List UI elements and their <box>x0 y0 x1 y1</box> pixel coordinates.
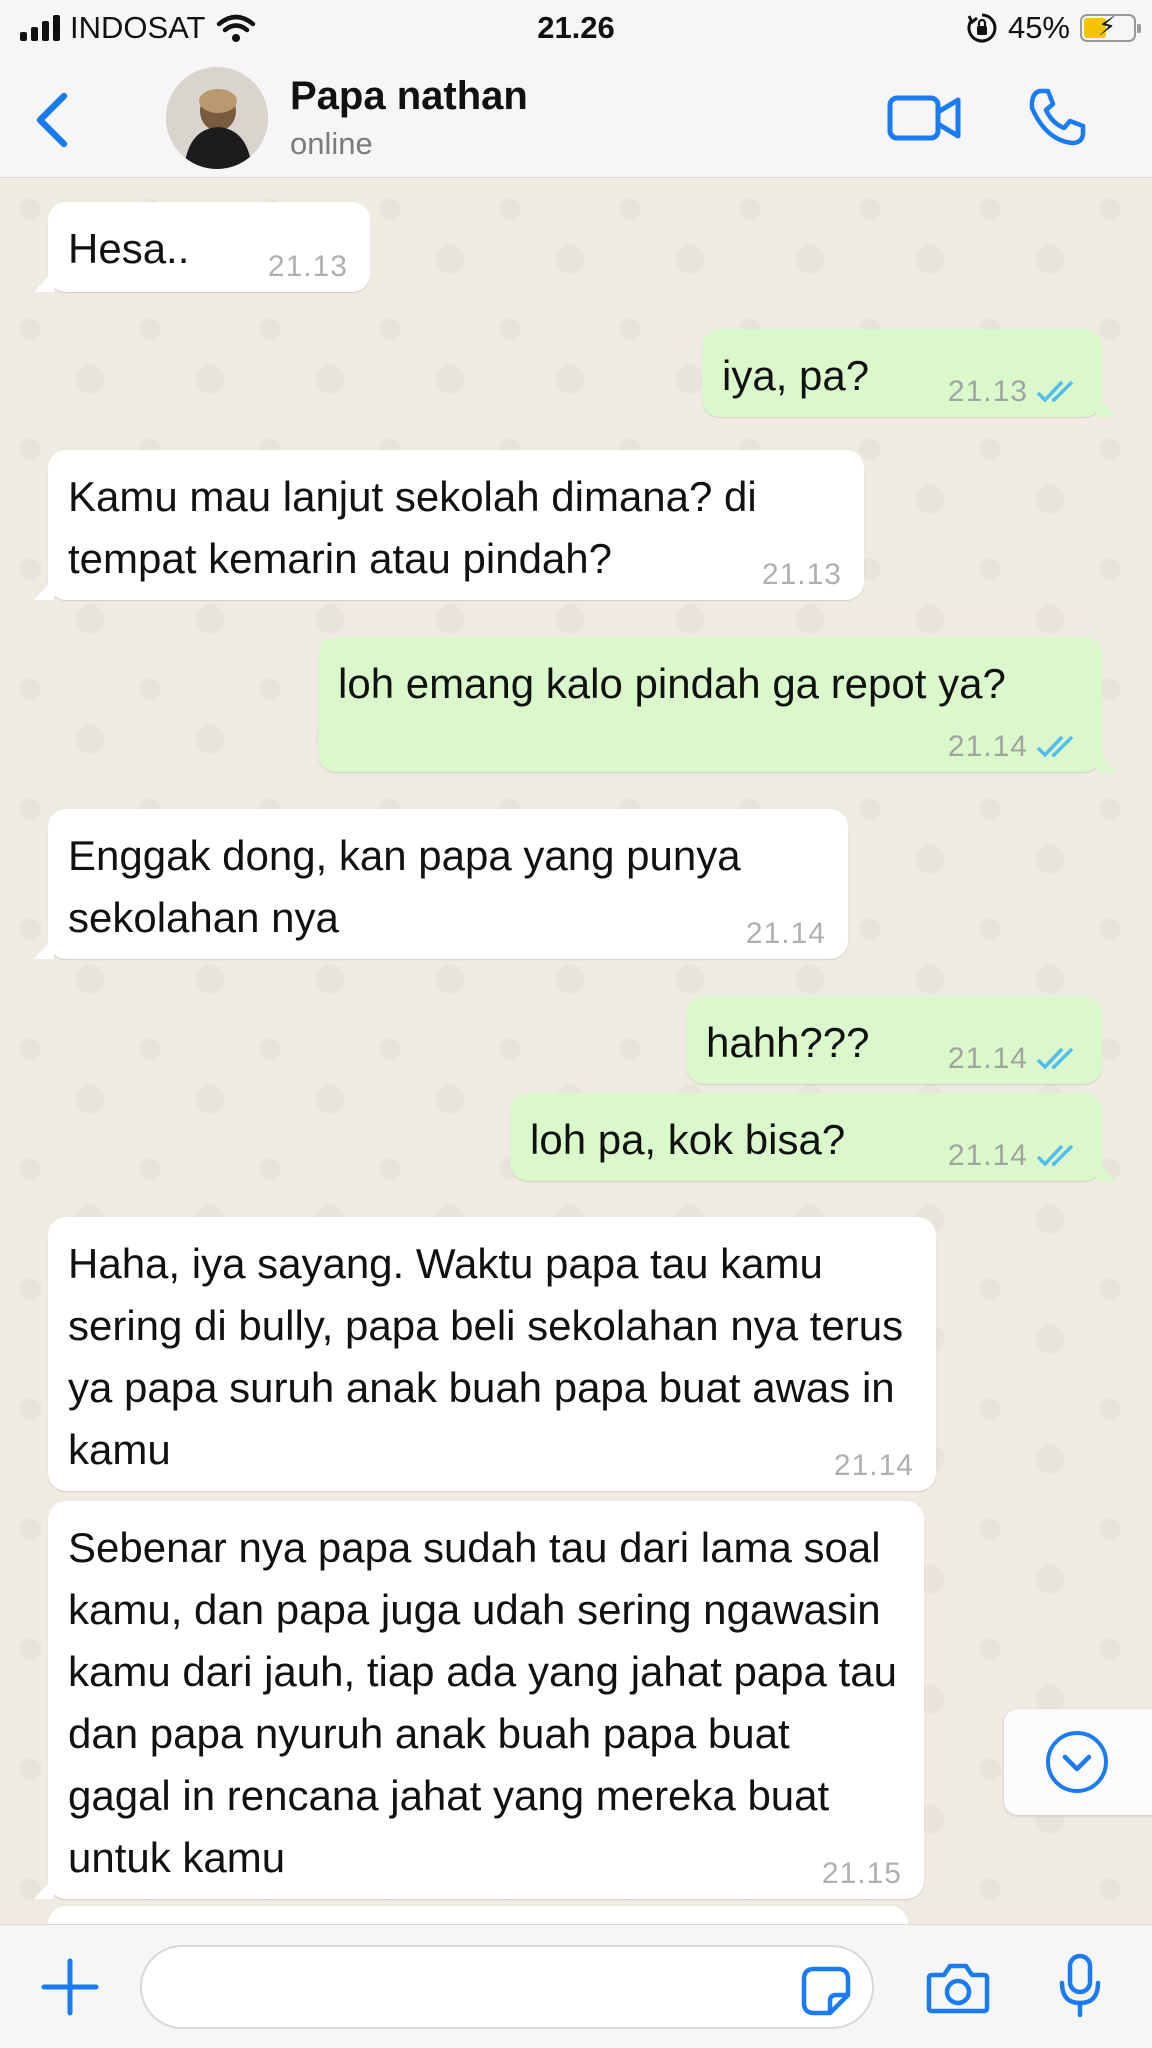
contact-name[interactable]: Papa nathan <box>290 74 528 119</box>
avatar-photo <box>166 67 268 169</box>
battery-icon: ⚡ <box>1080 11 1141 42</box>
message-list[interactable]: Hesa.. 21.13 iya, pa? 21.13 Kamu mau lan… <box>0 179 1152 1924</box>
microphone-icon[interactable] <box>1058 1953 1102 2019</box>
video-call-icon[interactable] <box>886 88 962 148</box>
message-text: Sebenar nya papa sudah tau dari lama soa… <box>68 1524 897 1881</box>
message-outgoing[interactable]: loh pa, kok bisa? 21.14 <box>510 1093 1116 1181</box>
status-bar: INDOSAT 21.26 45% ⚡ <box>0 0 1152 60</box>
message-incoming[interactable]: Kamu mau lanjut sekolah dimana? di tempa… <box>34 450 864 600</box>
message-time: 21.14 <box>947 730 1028 763</box>
read-ticks-icon <box>1036 380 1074 403</box>
avatar[interactable] <box>166 67 268 169</box>
charging-bolt-icon: ⚡ <box>1098 11 1117 41</box>
battery-percent: 45% <box>1007 10 1070 45</box>
message-time: 21.15 <box>821 1857 902 1890</box>
message-text: iya, pa? <box>722 352 870 399</box>
message-outgoing[interactable]: iya, pa? 21.13 <box>702 329 1116 417</box>
scroll-to-bottom-button[interactable] <box>1004 1709 1152 1815</box>
message-time: 21.14 <box>947 1139 1028 1172</box>
message-incoming[interactable]: Haha, iya sayang. Waktu papa tau kamu se… <box>48 1217 936 1491</box>
phone-call-icon[interactable] <box>1026 86 1088 148</box>
sticker-icon[interactable] <box>800 1965 852 2017</box>
message-time: 21.13 <box>947 375 1028 408</box>
plus-icon[interactable] <box>40 1957 100 2017</box>
camera-icon[interactable] <box>926 1961 990 2015</box>
message-text: hahh??? <box>706 1019 870 1066</box>
message-time: 21.14 <box>833 1449 914 1482</box>
message-incoming-partial[interactable] <box>48 1906 908 1924</box>
message-outgoing[interactable]: hahh??? 21.14 <box>686 996 1102 1084</box>
composer-bar <box>0 1924 1152 2048</box>
message-input[interactable] <box>140 1945 874 2029</box>
chevron-down-circle-icon <box>1046 1731 1108 1793</box>
message-text: Enggak dong, kan papa yang punya sekolah… <box>68 832 741 941</box>
message-text: Kamu mau lanjut sekolah dimana? di tempa… <box>68 473 757 582</box>
message-text: Hesa.. <box>68 225 190 272</box>
message-time: 21.13 <box>761 558 842 591</box>
message-incoming[interactable]: Hesa.. 21.13 <box>34 202 370 292</box>
chat-header: Papa nathan online <box>0 60 1152 178</box>
message-outgoing[interactable]: loh emang kalo pindah ga repot ya? 21.14 <box>318 637 1116 772</box>
rotation-lock-icon <box>967 13 997 43</box>
message-incoming[interactable]: Sebenar nya papa sudah tau dari lama soa… <box>34 1501 924 1899</box>
message-text: loh pa, kok bisa? <box>530 1116 846 1163</box>
back-chevron-icon[interactable] <box>30 90 80 150</box>
read-ticks-icon <box>1036 735 1074 758</box>
message-text: loh emang kalo pindah ga repot ya? <box>338 660 1006 707</box>
message-time: 21.14 <box>947 1042 1028 1075</box>
message-incoming[interactable]: Enggak dong, kan papa yang punya sekolah… <box>34 809 848 959</box>
message-time: 21.14 <box>745 917 826 950</box>
read-ticks-icon <box>1036 1144 1074 1167</box>
message-text: Haha, iya sayang. Waktu papa tau kamu se… <box>68 1240 904 1473</box>
message-time: 21.13 <box>267 250 348 283</box>
contact-status: online <box>290 126 373 161</box>
read-ticks-icon <box>1036 1047 1074 1070</box>
status-right: 45% ⚡ <box>966 10 1141 46</box>
